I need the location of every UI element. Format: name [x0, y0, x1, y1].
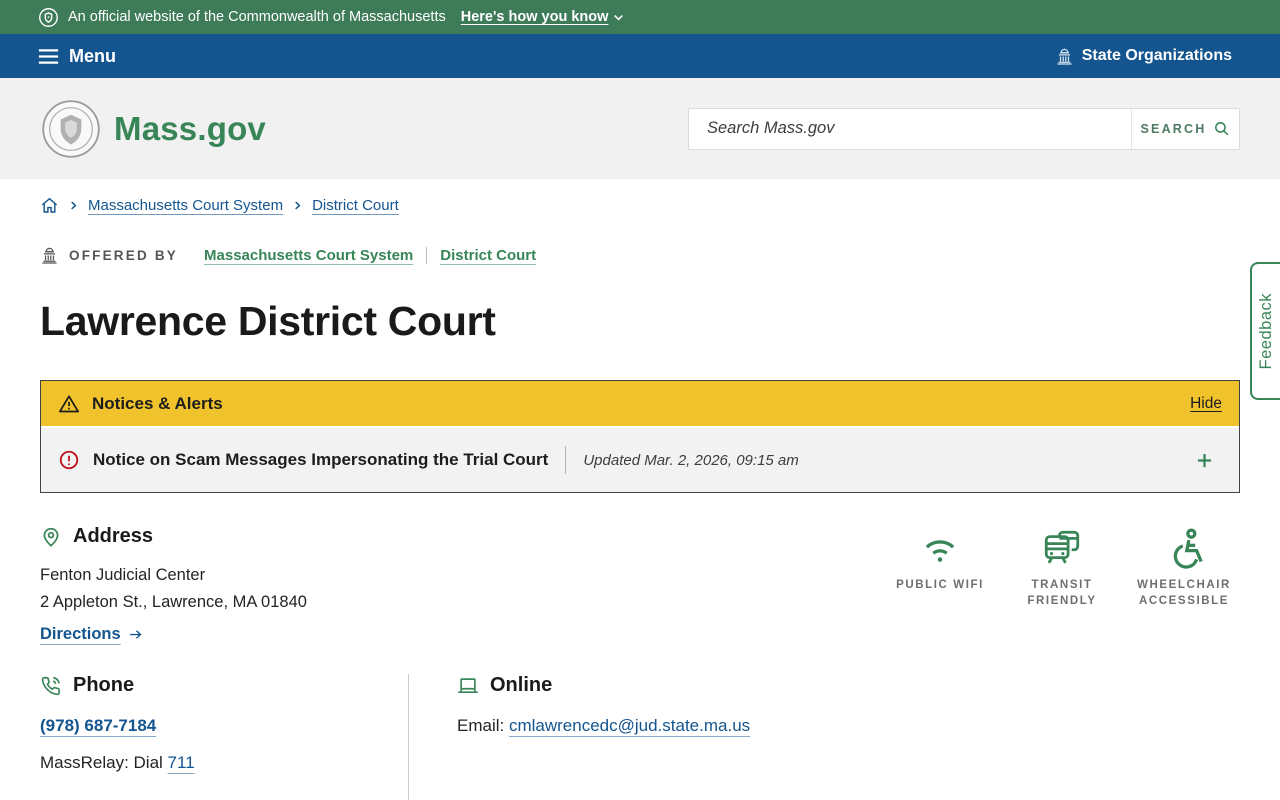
wheelchair-icon	[1173, 528, 1203, 569]
email-line: Email: cmlawrencedc@jud.state.ma.us	[457, 716, 751, 736]
plus-icon	[1197, 453, 1212, 467]
site-header: Mass.gov SEARCH	[0, 78, 1280, 179]
alert-circle-icon	[59, 450, 79, 470]
notices-alerts-panel: Notices & Alerts Hide Notice on Scam Mes…	[40, 380, 1240, 493]
divider	[426, 247, 428, 264]
feedback-tab[interactable]: Feedback	[1250, 262, 1280, 400]
online-heading: Online	[457, 674, 1240, 697]
search-input[interactable]	[689, 108, 1131, 149]
hide-alerts-link[interactable]: Hide	[1190, 395, 1222, 413]
navbar: Menu State Organizations	[0, 34, 1280, 78]
breadcrumb: Massachusetts Court System District Cour…	[40, 196, 1240, 215]
state-seal-icon	[39, 7, 58, 27]
address-line2: 2 Appleton St., Lawrence, MA 01840	[40, 593, 307, 612]
amenity-transit-friendly: TRANSIT FRIENDLY	[1006, 527, 1118, 644]
breadcrumb-court-system[interactable]: Massachusetts Court System	[88, 197, 283, 214]
amenities: PUBLIC WIFI TRANSIT FRIENDLY WHEELCHAIR …	[884, 525, 1240, 644]
contact-section: Phone (978) 687-7184 MassRelay: Dial 711…	[40, 674, 1240, 800]
address-block: Address Fenton Judicial Center 2 Appleto…	[40, 525, 307, 644]
alerts-title: Notices & Alerts	[92, 393, 223, 413]
menu-button[interactable]: Menu	[38, 46, 116, 67]
expand-notice-button[interactable]	[1194, 450, 1215, 471]
address-line1: Fenton Judicial Center	[40, 566, 206, 584]
search-box: SEARCH	[688, 107, 1240, 150]
notice-row: Notice on Scam Messages Impersonating th…	[41, 426, 1239, 492]
search-button[interactable]: SEARCH	[1131, 108, 1239, 149]
massgov-seal-icon	[42, 99, 100, 158]
transit-icon	[1044, 530, 1080, 564]
state-organizations-button[interactable]: State Organizations	[1055, 47, 1232, 66]
heres-how-you-know-link[interactable]: Here's how you know	[461, 9, 626, 25]
wifi-icon	[925, 540, 955, 562]
online-block: Online Email: cmlawrencedc@jud.state.ma.…	[408, 674, 1240, 800]
offered-by: OFFERED BY Massachusetts Court System Di…	[40, 246, 1240, 265]
arrow-right-icon	[129, 630, 142, 640]
laptop-icon	[458, 678, 478, 693]
home-icon[interactable]	[40, 196, 59, 215]
offered-by-court-system-link[interactable]: Massachusetts Court System	[204, 247, 413, 264]
chevron-down-icon	[614, 14, 624, 21]
alerts-header: Notices & Alerts Hide	[41, 381, 1239, 426]
amenity-public-wifi: PUBLIC WIFI	[884, 527, 996, 644]
state-organizations-label: State Organizations	[1081, 47, 1232, 64]
main-content: Massachusetts Court System District Cour…	[0, 196, 1280, 800]
official-banner: An official website of the Commonwealth …	[0, 0, 1280, 34]
notice-title: Notice on Scam Messages Impersonating th…	[93, 450, 549, 469]
massrelay-711-link[interactable]: 711	[168, 753, 195, 772]
warning-triangle-icon	[58, 394, 80, 412]
address-heading: Address	[40, 525, 307, 548]
email-link[interactable]: cmlawrencedc@jud.state.ma.us	[509, 716, 750, 735]
divider	[565, 446, 567, 474]
phone-number-line: (978) 687-7184	[40, 716, 408, 736]
phone-icon	[41, 676, 60, 696]
menu-label: Menu	[69, 45, 116, 66]
phone-number-link[interactable]: (978) 687-7184	[40, 716, 156, 735]
directions-link[interactable]: Directions	[40, 625, 143, 644]
chevron-right-icon	[292, 200, 303, 211]
capitol-icon	[42, 247, 57, 264]
address-lines: Fenton Judicial Center 2 Appleton St., L…	[40, 562, 307, 616]
massrelay-line: MassRelay: Dial 711	[40, 753, 195, 773]
offered-by-district-court-link[interactable]: District Court	[440, 247, 536, 264]
search-icon	[1215, 122, 1229, 136]
notice-updated-timestamp: Updated Mar. 2, 2026, 09:15 am	[583, 451, 799, 469]
phone-heading: Phone	[40, 674, 408, 697]
massgov-logo[interactable]: Mass.gov	[40, 98, 266, 160]
chevron-right-icon	[68, 200, 79, 211]
map-pin-icon	[43, 527, 59, 547]
address-section: Address Fenton Judicial Center 2 Appleto…	[40, 525, 1240, 644]
capitol-icon	[1057, 48, 1072, 65]
offered-by-label: OFFERED BY	[69, 248, 179, 263]
hamburger-icon	[38, 48, 59, 64]
phone-block: Phone (978) 687-7184 MassRelay: Dial 711	[40, 674, 408, 800]
page-title: Lawrence District Court	[40, 298, 496, 344]
amenity-wheelchair-accessible: WHEELCHAIR ACCESSIBLE	[1128, 527, 1240, 644]
massgov-logo-text: Mass.gov	[114, 109, 266, 147]
breadcrumb-district-court[interactable]: District Court	[312, 197, 399, 214]
official-banner-text: An official website of the Commonwealth …	[68, 9, 446, 25]
